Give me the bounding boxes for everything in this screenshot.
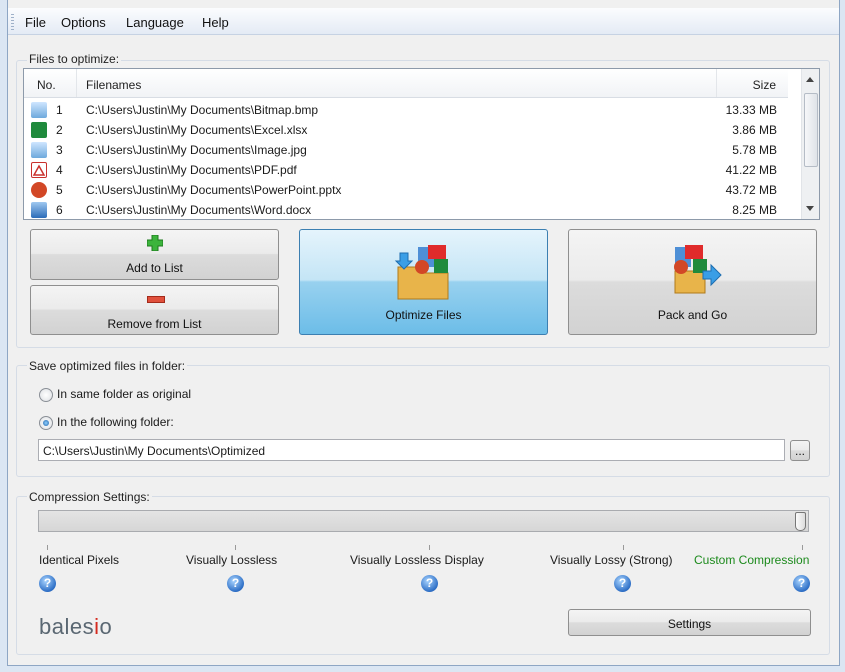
pack-and-go-button[interactable]: Pack and Go bbox=[568, 229, 817, 335]
row-size: 5.78 MB bbox=[732, 143, 777, 157]
compression-slider[interactable] bbox=[38, 510, 809, 532]
row-number: 2 bbox=[56, 123, 63, 137]
compression-group-title: Compression Settings: bbox=[27, 490, 152, 504]
table-row[interactable]: 5 C:\Users\Justin\My Documents\PowerPoin… bbox=[24, 180, 788, 200]
row-filename: C:\Users\Justin\My Documents\PDF.pdf bbox=[86, 163, 297, 177]
level-custom-compression: Custom Compression bbox=[694, 553, 810, 567]
row-filename: C:\Users\Justin\My Documents\Excel.xlsx bbox=[86, 123, 308, 137]
row-number: 4 bbox=[56, 163, 63, 177]
radio-following-folder-label[interactable]: In the following folder: bbox=[57, 415, 174, 429]
logo-text-end: o bbox=[99, 614, 113, 639]
row-size: 8.25 MB bbox=[732, 203, 777, 217]
list-scrollbar[interactable] bbox=[801, 69, 819, 219]
scroll-down-icon[interactable] bbox=[806, 206, 814, 211]
menu-language[interactable]: Language bbox=[126, 15, 184, 30]
menu-options[interactable]: Options bbox=[61, 15, 106, 30]
row-filename: C:\Users\Justin\My Documents\Image.jpg bbox=[86, 143, 307, 157]
level-identical-pixels: Identical Pixels bbox=[39, 553, 120, 567]
row-size: 3.86 MB bbox=[732, 123, 777, 137]
remove-from-list-label: Remove from List bbox=[107, 317, 202, 331]
minus-icon bbox=[147, 296, 165, 303]
pdf-icon bbox=[31, 162, 47, 178]
menu-help[interactable]: Help bbox=[202, 15, 229, 30]
plus-icon bbox=[147, 235, 163, 251]
browse-folder-button[interactable]: ... bbox=[790, 440, 810, 461]
menu-bar: File Options Language Help bbox=[8, 8, 839, 35]
row-filename: C:\Users\Justin\My Documents\Word.docx bbox=[86, 203, 312, 217]
add-to-list-label: Add to List bbox=[126, 261, 183, 275]
level-visually-lossy: Visually Lossy (Strong) bbox=[550, 553, 673, 567]
table-row[interactable]: 1 C:\Users\Justin\My Documents\Bitmap.bm… bbox=[24, 100, 788, 120]
table-row[interactable]: 6 C:\Users\Justin\My Documents\Word.docx… bbox=[24, 200, 788, 219]
browse-label: ... bbox=[794, 444, 805, 458]
row-size: 43.72 MB bbox=[725, 183, 777, 197]
slider-tick bbox=[429, 545, 430, 550]
settings-button[interactable]: Settings bbox=[568, 609, 811, 636]
folder-group-title: Save optimized files in folder: bbox=[27, 359, 188, 373]
table-row[interactable]: 4 C:\Users\Justin\My Documents\PDF.pdf 4… bbox=[24, 160, 788, 180]
word-icon bbox=[31, 202, 47, 218]
help-icon[interactable]: ? bbox=[421, 575, 438, 592]
balesio-logo: balesio bbox=[39, 614, 112, 640]
slider-tick bbox=[802, 545, 803, 550]
row-size: 41.22 MB bbox=[725, 163, 777, 177]
radio-same-folder[interactable] bbox=[39, 388, 53, 402]
image-icon bbox=[31, 142, 47, 158]
help-icon[interactable]: ? bbox=[227, 575, 244, 592]
column-separator bbox=[76, 69, 77, 97]
level-visually-lossless: Visually Lossless bbox=[186, 553, 278, 567]
excel-icon bbox=[31, 122, 47, 138]
scroll-up-icon[interactable] bbox=[806, 77, 814, 82]
menu-grip bbox=[11, 14, 14, 30]
column-filenames[interactable]: Filenames bbox=[86, 78, 141, 92]
logo-text-main: bales bbox=[39, 614, 95, 639]
row-size: 13.33 MB bbox=[725, 103, 777, 117]
remove-from-list-button[interactable]: Remove from List bbox=[30, 285, 279, 335]
table-row[interactable]: 3 C:\Users\Justin\My Documents\Image.jpg… bbox=[24, 140, 788, 160]
slider-tick bbox=[623, 545, 624, 550]
optimize-files-button[interactable]: Optimize Files bbox=[299, 229, 548, 335]
row-number: 6 bbox=[56, 203, 63, 217]
column-size[interactable]: Size bbox=[753, 78, 776, 92]
help-icon[interactable]: ? bbox=[39, 575, 56, 592]
slider-tick bbox=[235, 545, 236, 550]
compression-slider-thumb[interactable] bbox=[795, 512, 806, 531]
level-visually-lossless-display: Visually Lossless Display bbox=[350, 553, 484, 567]
help-icon[interactable]: ? bbox=[614, 575, 631, 592]
slider-tick bbox=[47, 545, 48, 550]
pack-and-go-icon bbox=[674, 245, 722, 294]
column-separator bbox=[716, 69, 717, 97]
column-no[interactable]: No. bbox=[37, 78, 56, 92]
row-filename: C:\Users\Justin\My Documents\PowerPoint.… bbox=[86, 183, 342, 197]
radio-following-folder[interactable] bbox=[39, 416, 53, 430]
file-list[interactable]: No. Filenames Size 1 C:\Users\Justin\My … bbox=[23, 68, 820, 220]
optimize-files-label: Optimize Files bbox=[385, 308, 462, 322]
optimize-files-icon bbox=[394, 245, 449, 300]
scroll-thumb[interactable] bbox=[804, 93, 818, 167]
powerpoint-icon bbox=[31, 182, 47, 198]
output-folder-path: C:\Users\Justin\My Documents\Optimized bbox=[43, 444, 266, 458]
settings-label: Settings bbox=[667, 617, 712, 631]
files-group-title: Files to optimize: bbox=[27, 52, 122, 66]
pack-and-go-label: Pack and Go bbox=[657, 308, 728, 322]
menu-file[interactable]: File bbox=[25, 15, 46, 30]
list-header: No. Filenames Size bbox=[24, 69, 788, 98]
row-number: 1 bbox=[56, 103, 63, 117]
add-to-list-button[interactable]: Add to List bbox=[30, 229, 279, 280]
table-row[interactable]: 2 C:\Users\Justin\My Documents\Excel.xls… bbox=[24, 120, 788, 140]
help-icon[interactable]: ? bbox=[793, 575, 810, 592]
row-number: 3 bbox=[56, 143, 63, 157]
image-icon bbox=[31, 102, 47, 118]
row-filename: C:\Users\Justin\My Documents\Bitmap.bmp bbox=[86, 103, 319, 117]
row-number: 5 bbox=[56, 183, 63, 197]
output-folder-input[interactable]: C:\Users\Justin\My Documents\Optimized bbox=[38, 439, 785, 461]
radio-same-folder-label[interactable]: In same folder as original bbox=[57, 387, 191, 401]
